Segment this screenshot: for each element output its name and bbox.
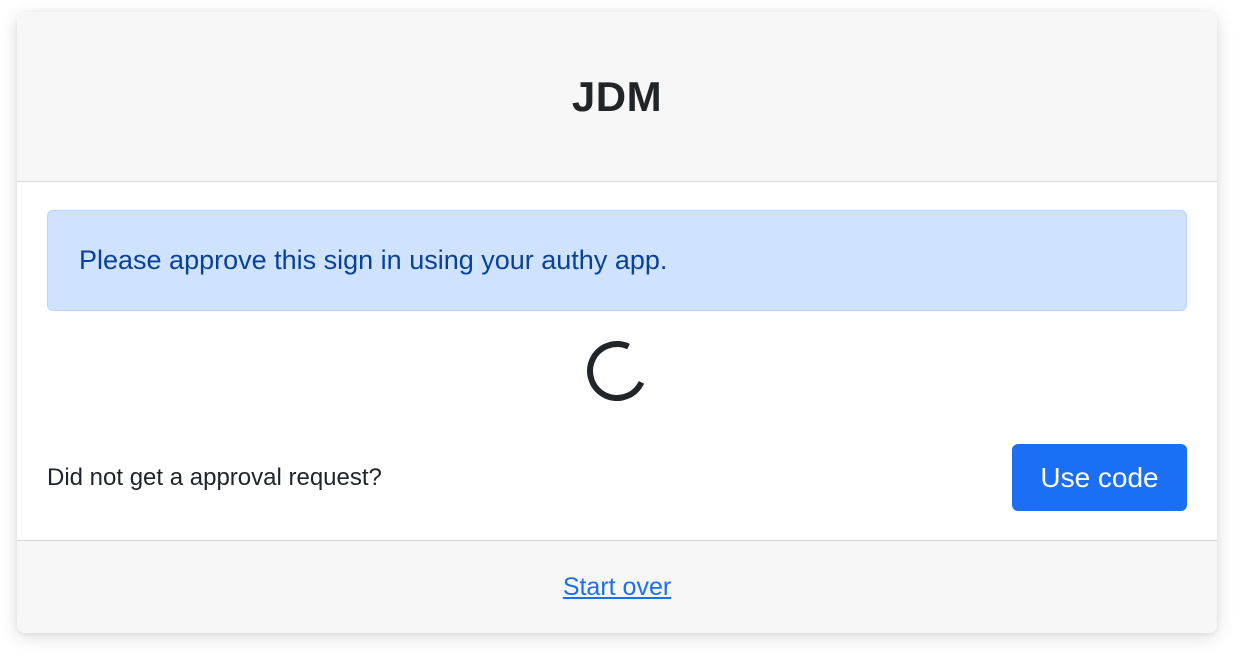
loading-spinner-icon [578,332,656,410]
card-header: JDM [17,12,1217,182]
fallback-row: Did not get a approval request? Use code [47,444,1187,511]
card-footer: Start over [17,540,1217,633]
start-over-link[interactable]: Start over [563,573,671,602]
fallback-prompt: Did not get a approval request? [47,463,382,491]
approval-card: JDM Please approve this sign in using yo… [17,12,1217,633]
alert-message: Please approve this sign in using your a… [79,245,668,275]
use-code-button[interactable]: Use code [1012,444,1187,511]
spinner-container [47,332,1187,410]
page-title: JDM [571,72,663,120]
approval-alert: Please approve this sign in using your a… [47,210,1187,311]
card-body: Please approve this sign in using your a… [17,182,1217,540]
